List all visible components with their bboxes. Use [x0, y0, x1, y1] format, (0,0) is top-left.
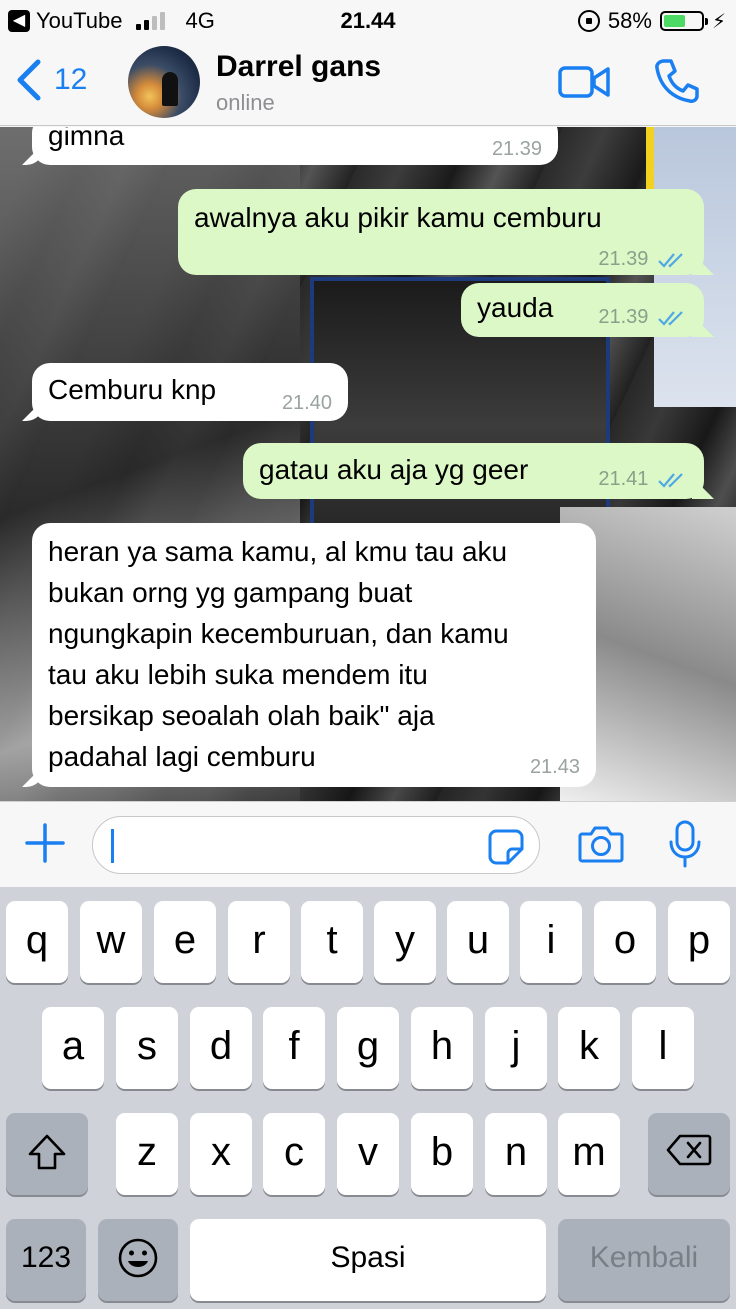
read-ticks-icon [658, 310, 683, 326]
key-m[interactable]: m [558, 1113, 620, 1195]
emoji-icon [118, 1238, 158, 1278]
message-text: gimna [48, 127, 125, 151]
key-q[interactable]: q [6, 901, 68, 983]
battery-percent: 58% [607, 8, 652, 33]
text-caret [111, 829, 114, 863]
key-s[interactable]: s [116, 1007, 178, 1089]
key-g[interactable]: g [337, 1007, 399, 1089]
message-time: 21.40 [281, 392, 332, 414]
charging-icon: ⚡ [711, 10, 726, 33]
message-line: heran ya sama kamu, al kmu tau aku [48, 536, 508, 567]
key-y[interactable]: y [374, 901, 436, 983]
key-i[interactable]: i [520, 901, 582, 983]
read-ticks-icon [658, 472, 683, 488]
outgoing-message[interactable]: awalnya aku pikir kamu cemburu 21.39 [178, 189, 704, 275]
key-f[interactable]: f [263, 1007, 325, 1089]
outgoing-message[interactable]: gatau aku aja yg geer 21.41 [243, 443, 704, 499]
message-line: tau aku lebih suka mendem itu [48, 659, 428, 690]
status-bar: ◀ YouTube 4G 21.44 58% ⚡ [0, 0, 736, 40]
key-p[interactable]: p [668, 901, 730, 983]
outgoing-message[interactable]: yauda 21.39 [461, 283, 704, 337]
key-h[interactable]: h [411, 1007, 473, 1089]
numbers-key[interactable]: 123 [6, 1219, 86, 1301]
message-time-row: 21.39 [598, 307, 688, 327]
delete-key[interactable] [648, 1113, 730, 1195]
message-line: ngungkapin kecemburuan, dan kamu [48, 618, 509, 649]
avatar[interactable] [128, 46, 200, 118]
message-time: 21.39 [598, 306, 649, 328]
battery-icon [659, 11, 708, 31]
contact-status: online [216, 90, 275, 115]
key-n[interactable]: n [485, 1113, 547, 1195]
space-key[interactable]: Spasi [190, 1219, 546, 1301]
shift-icon [28, 1134, 66, 1170]
key-w[interactable]: w [80, 901, 142, 983]
chat-messages[interactable]: gimna 21.39 awalnya aku pikir kamu cembu… [0, 127, 736, 801]
incoming-message[interactable]: gimna 21.39 [32, 127, 558, 165]
plus-icon[interactable] [24, 822, 66, 864]
key-l[interactable]: l [632, 1007, 694, 1089]
message-line: padahal lagi cemburu [48, 741, 316, 772]
message-line: bukan orng yg gampang buat [48, 577, 413, 608]
backspace-icon [666, 1134, 712, 1166]
rotation-lock-icon [577, 10, 600, 32]
emoji-key[interactable] [98, 1219, 178, 1301]
key-b[interactable]: b [411, 1113, 473, 1195]
read-ticks-icon [658, 252, 683, 268]
message-input[interactable] [92, 816, 540, 874]
key-x[interactable]: x [190, 1113, 252, 1195]
wallpaper-accent [646, 127, 654, 191]
key-t[interactable]: t [301, 901, 363, 983]
message-time-row: 21.41 [598, 469, 688, 489]
key-r[interactable]: r [228, 901, 290, 983]
shift-key[interactable] [6, 1113, 88, 1195]
message-text: awalnya aku pikir kamu cemburu [194, 202, 602, 233]
key-v[interactable]: v [337, 1113, 399, 1195]
camera-icon[interactable] [578, 824, 624, 864]
key-e[interactable]: e [154, 901, 216, 983]
microphone-icon[interactable] [668, 820, 702, 868]
video-call-icon[interactable] [558, 62, 610, 102]
return-key[interactable]: Kembali [558, 1219, 730, 1301]
message-time: 21.41 [598, 468, 649, 490]
key-a[interactable]: a [42, 1007, 104, 1089]
key-k[interactable]: k [558, 1007, 620, 1089]
contact-name[interactable]: Darrel gans [216, 50, 381, 84]
sticker-icon[interactable] [488, 829, 524, 865]
key-d[interactable]: d [190, 1007, 252, 1089]
phone-call-icon[interactable] [654, 58, 700, 104]
key-u[interactable]: u [447, 901, 509, 983]
chat-header: 12 Darrel gans online [0, 40, 736, 126]
incoming-message[interactable]: Cemburu knp 21.40 [32, 363, 348, 421]
message-time: 21.39 [491, 138, 542, 160]
key-z[interactable]: z [116, 1113, 178, 1195]
key-c[interactable]: c [263, 1113, 325, 1195]
onscreen-keyboard: q w e r t y u i o p a s d f g h j k l z … [0, 887, 736, 1309]
key-j[interactable]: j [485, 1007, 547, 1089]
key-o[interactable]: o [594, 901, 656, 983]
message-line: bersikap seoalah olah baik" aja [48, 700, 435, 731]
message-time: 21.43 [529, 756, 580, 778]
message-input-bar [0, 801, 736, 887]
incoming-message[interactable]: heran ya sama kamu, al kmu tau aku bukan… [32, 523, 596, 787]
back-button[interactable]: 12 [14, 58, 87, 102]
chevron-left-icon [17, 59, 41, 101]
unread-count: 12 [54, 63, 88, 96]
message-time: 21.39 [598, 248, 649, 270]
message-time-row: 21.39 [598, 249, 688, 269]
message-text: heran ya sama kamu, al kmu tau aku bukan… [48, 523, 580, 777]
